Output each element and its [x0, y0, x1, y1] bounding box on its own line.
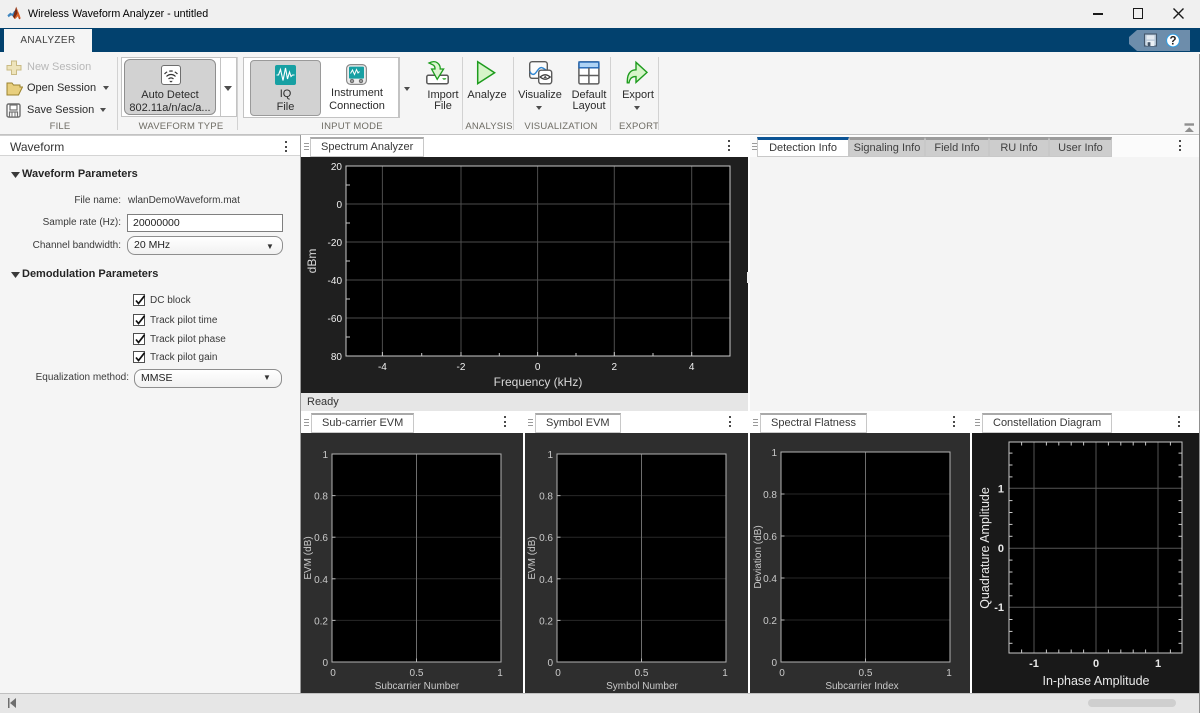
- svg-text:-20: -20: [328, 238, 343, 249]
- svg-text:0: 0: [330, 668, 336, 679]
- svg-text:0: 0: [779, 668, 785, 679]
- svg-text:dBm: dBm: [305, 249, 319, 274]
- svg-text:0.6: 0.6: [763, 532, 777, 543]
- svg-text:0: 0: [771, 658, 777, 669]
- svg-text:0: 0: [1093, 658, 1099, 670]
- svg-text:?: ?: [1169, 36, 1176, 48]
- svg-text:0.2: 0.2: [763, 616, 777, 627]
- svg-text:80: 80: [331, 352, 343, 363]
- svg-text:-1: -1: [994, 602, 1004, 614]
- svg-text:Deviation (dB): Deviation (dB): [753, 525, 764, 588]
- svg-text:1: 1: [497, 668, 503, 679]
- svg-text:1: 1: [946, 668, 952, 679]
- svg-text:0.4: 0.4: [539, 575, 553, 586]
- svg-text:0: 0: [555, 668, 561, 679]
- svg-text:4: 4: [689, 362, 695, 373]
- svg-text:In-phase Amplitude: In-phase Amplitude: [1042, 674, 1149, 688]
- svg-text:0.2: 0.2: [539, 616, 553, 627]
- svg-text:0: 0: [336, 200, 342, 211]
- svg-text:0: 0: [547, 658, 553, 669]
- svg-text:1: 1: [722, 668, 728, 679]
- svg-text:20: 20: [331, 162, 343, 173]
- svg-text:0: 0: [535, 362, 541, 373]
- svg-text:0.6: 0.6: [314, 533, 328, 544]
- svg-text:0.5: 0.5: [410, 668, 424, 679]
- svg-text:Subcarrier Index: Subcarrier Index: [825, 681, 898, 692]
- svg-text:1: 1: [771, 448, 777, 459]
- svg-text:1: 1: [547, 450, 553, 461]
- svg-text:-40: -40: [328, 276, 343, 287]
- svg-text:-1: -1: [1029, 658, 1039, 670]
- svg-text:1: 1: [322, 450, 328, 461]
- svg-text:Frequency (kHz): Frequency (kHz): [494, 375, 583, 389]
- svg-text:2: 2: [612, 362, 618, 373]
- svg-text:-2: -2: [457, 362, 466, 373]
- svg-text:Symbol Number: Symbol Number: [606, 681, 678, 692]
- svg-text:0.4: 0.4: [763, 574, 777, 585]
- svg-text:Subcarrier Number: Subcarrier Number: [375, 681, 460, 692]
- svg-text:1: 1: [1155, 658, 1161, 670]
- svg-text:0.6: 0.6: [539, 533, 553, 544]
- svg-text:EVM (dB): EVM (dB): [303, 536, 314, 579]
- svg-text:0.5: 0.5: [859, 668, 873, 679]
- svg-text:0.5: 0.5: [635, 668, 649, 679]
- svg-text:0.8: 0.8: [539, 492, 553, 503]
- svg-text:0.2: 0.2: [314, 616, 328, 627]
- svg-text:0.8: 0.8: [314, 492, 328, 503]
- svg-text:0: 0: [322, 658, 328, 669]
- svg-text:0.8: 0.8: [763, 490, 777, 501]
- svg-text:0: 0: [998, 543, 1004, 555]
- svg-text:EVM (dB): EVM (dB): [527, 536, 538, 579]
- svg-text:Quadrature Amplitude: Quadrature Amplitude: [978, 487, 992, 609]
- svg-text:0.4: 0.4: [314, 575, 328, 586]
- svg-text:-4: -4: [378, 362, 387, 373]
- svg-text:1: 1: [998, 483, 1004, 495]
- svg-text:-60: -60: [328, 314, 343, 325]
